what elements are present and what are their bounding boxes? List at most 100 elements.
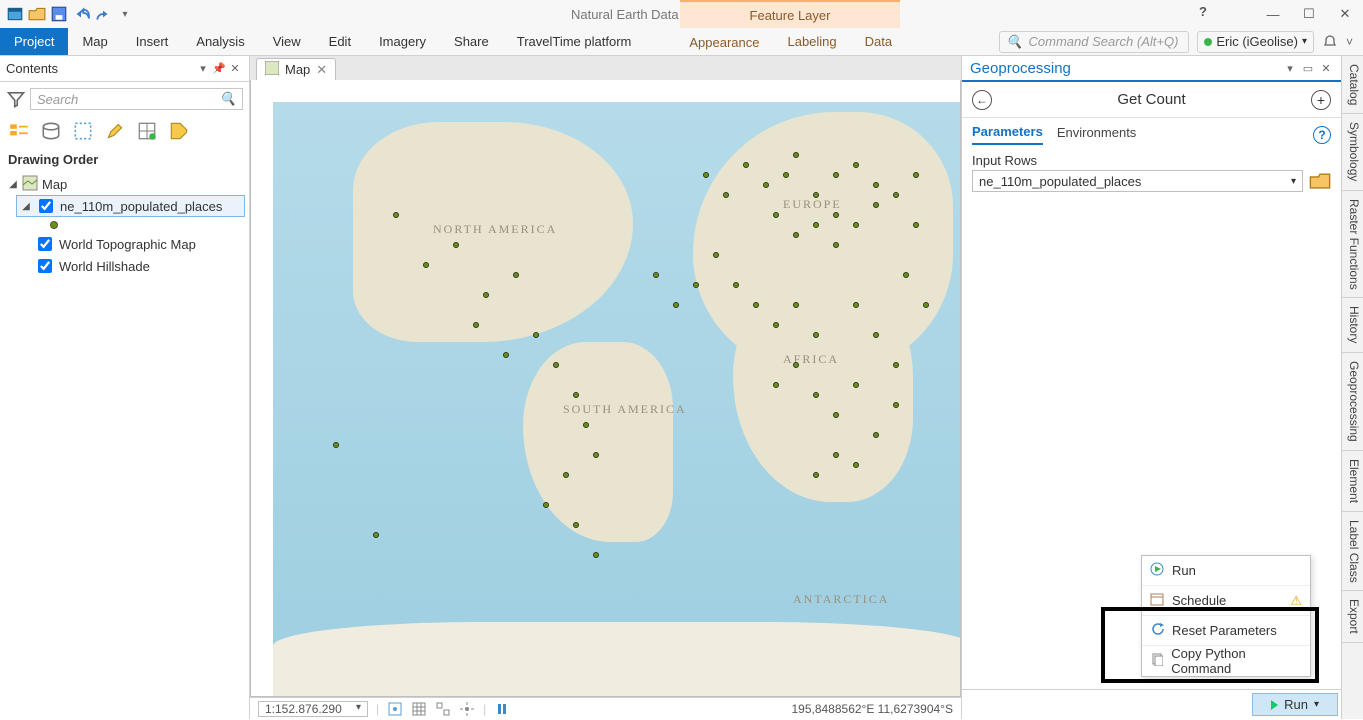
side-tab-element[interactable]: Element: [1342, 451, 1363, 512]
map-point: [813, 222, 819, 228]
menu-run[interactable]: Run: [1142, 556, 1310, 586]
tab-project[interactable]: Project: [0, 28, 68, 55]
panel-close-icon[interactable]: ✕: [227, 61, 243, 77]
menu-copy-label: Copy Python Command: [1171, 646, 1302, 676]
layer-visibility-checkbox[interactable]: [38, 259, 52, 273]
geoprocessing-panel: Geoprocessing ▾ ▭ ✕ ← Get Count + Parame…: [961, 56, 1341, 719]
user-menu[interactable]: Eric (iGeolise) ▾: [1197, 31, 1314, 53]
scale-input[interactable]: 1:152.876.290 ▾: [258, 701, 368, 717]
map-point: [753, 302, 759, 308]
ribbon-collapse-icon[interactable]: ˅: [1346, 35, 1353, 49]
input-rows-field[interactable]: ne_110m_populated_places ▾: [972, 170, 1303, 192]
tab-map[interactable]: Map: [68, 28, 121, 55]
map-point: [903, 272, 909, 278]
menu-copy-python[interactable]: Copy Python Command: [1142, 646, 1310, 676]
add-to-favorites-button[interactable]: +: [1311, 90, 1331, 110]
tab-share[interactable]: Share: [440, 28, 503, 55]
layer-visibility-checkbox[interactable]: [38, 237, 52, 251]
side-tab-raster[interactable]: Raster Functions: [1342, 191, 1363, 299]
tab-analysis[interactable]: Analysis: [182, 28, 258, 55]
map-point: [853, 222, 859, 228]
list-by-selection-icon[interactable]: [72, 120, 94, 142]
layer-topographic[interactable]: World Topographic Map: [16, 233, 245, 255]
list-by-source-icon[interactable]: [40, 120, 62, 142]
undo-icon[interactable]: [72, 5, 90, 23]
layer-visibility-checkbox[interactable]: [39, 199, 53, 213]
panel-pin-icon[interactable]: 📌: [211, 61, 227, 77]
tab-appearance[interactable]: Appearance: [675, 28, 773, 55]
collapse-icon[interactable]: ◢: [21, 201, 31, 212]
run-button[interactable]: Run ▾: [1252, 693, 1338, 716]
run-context-menu: Run Schedule ⚠ Reset Parameters Copy Pyt…: [1141, 555, 1311, 677]
layer-populated-places[interactable]: ◢ ne_110m_populated_places: [16, 195, 245, 217]
maximize-button[interactable]: ☐: [1291, 0, 1327, 28]
contents-panel: Contents ▾ 📌 ✕ Search 🔍 Drawing Order ◢: [0, 56, 250, 719]
map-point: [583, 422, 589, 428]
gp-tabs: Parameters Environments ?: [962, 118, 1341, 145]
command-search-input[interactable]: 🔍 Command Search (Alt+Q): [999, 31, 1189, 53]
list-by-labeling-icon[interactable]: [168, 120, 190, 142]
panel-options-icon[interactable]: ▾: [1283, 61, 1297, 75]
side-tab-symbology[interactable]: Symbology: [1342, 114, 1363, 190]
collapse-icon[interactable]: ◢: [8, 179, 18, 190]
tool-help-icon[interactable]: ?: [1313, 126, 1331, 144]
qat-dropdown-icon[interactable]: ▾: [116, 5, 134, 23]
side-tab-history[interactable]: History: [1342, 298, 1363, 352]
open-project-icon[interactable]: [28, 5, 46, 23]
new-project-icon[interactable]: [6, 5, 24, 23]
side-tab-catalog[interactable]: Catalog: [1342, 56, 1363, 114]
calendar-icon: [1150, 592, 1164, 609]
panel-autohide-icon[interactable]: ▭: [1301, 61, 1315, 75]
back-button[interactable]: ←: [972, 90, 992, 110]
redo-icon[interactable]: [94, 5, 112, 23]
gp-param-input-rows: Input Rows ne_110m_populated_places ▾: [962, 145, 1341, 200]
map-point: [573, 522, 579, 528]
gp-tab-parameters[interactable]: Parameters: [972, 124, 1043, 145]
layer-hillshade[interactable]: World Hillshade: [16, 255, 245, 277]
gp-tab-environments[interactable]: Environments: [1057, 125, 1136, 144]
list-by-snapping-icon[interactable]: [136, 120, 158, 142]
close-button[interactable]: ✕: [1327, 0, 1363, 28]
side-tab-export[interactable]: Export: [1342, 591, 1363, 643]
side-tab-labelclass[interactable]: Label Class: [1342, 512, 1363, 592]
minimize-button[interactable]: —: [1255, 0, 1291, 28]
correction-icon[interactable]: [459, 701, 475, 717]
map-view-container: Map ✕ NORTH AMERICA SOUTH AMERICA EUROPE…: [250, 56, 961, 719]
contents-search-input[interactable]: Search 🔍: [30, 88, 243, 110]
save-icon[interactable]: [50, 5, 68, 23]
panel-close-icon[interactable]: ✕: [1319, 61, 1333, 75]
map-point: [693, 282, 699, 288]
list-by-editing-icon[interactable]: [104, 120, 126, 142]
help-icon[interactable]: ?: [1199, 4, 1207, 19]
tab-view[interactable]: View: [259, 28, 315, 55]
panel-options-icon[interactable]: ▾: [195, 61, 211, 77]
close-tab-icon[interactable]: ✕: [316, 62, 327, 78]
menu-reset[interactable]: Reset Parameters: [1142, 616, 1310, 646]
map-point: [853, 302, 859, 308]
tab-insert[interactable]: Insert: [122, 28, 183, 55]
tab-imagery[interactable]: Imagery: [365, 28, 440, 55]
map-view-tab[interactable]: Map ✕: [256, 58, 336, 80]
map-point: [473, 322, 479, 328]
tab-data[interactable]: Data: [851, 28, 906, 55]
tab-edit[interactable]: Edit: [315, 28, 365, 55]
pause-draw-icon[interactable]: [494, 701, 510, 717]
browse-button[interactable]: [1309, 170, 1331, 192]
tab-traveltime[interactable]: TravelTime platform: [503, 28, 646, 55]
snap-icon[interactable]: [387, 701, 403, 717]
filter-icon[interactable]: [6, 88, 26, 110]
grid-icon[interactable]: [411, 701, 427, 717]
view-tabs: Map ✕: [250, 56, 961, 80]
map-label-eu: EUROPE: [783, 197, 842, 212]
list-by-drawing-order-icon[interactable]: [8, 120, 30, 142]
notifications-icon[interactable]: [1322, 34, 1338, 50]
tree-map-root[interactable]: ◢ Map: [4, 173, 245, 195]
side-tab-geoprocessing[interactable]: Geoprocessing: [1342, 353, 1363, 451]
reset-icon: [1150, 622, 1164, 639]
menu-schedule[interactable]: Schedule ⚠: [1142, 586, 1310, 616]
tab-labeling[interactable]: Labeling: [773, 28, 850, 55]
map-view[interactable]: NORTH AMERICA SOUTH AMERICA EUROPE AFRIC…: [250, 80, 961, 697]
map-frame-icon: [22, 175, 38, 194]
tree-map-label: Map: [42, 177, 67, 192]
constraints-icon[interactable]: [435, 701, 451, 717]
